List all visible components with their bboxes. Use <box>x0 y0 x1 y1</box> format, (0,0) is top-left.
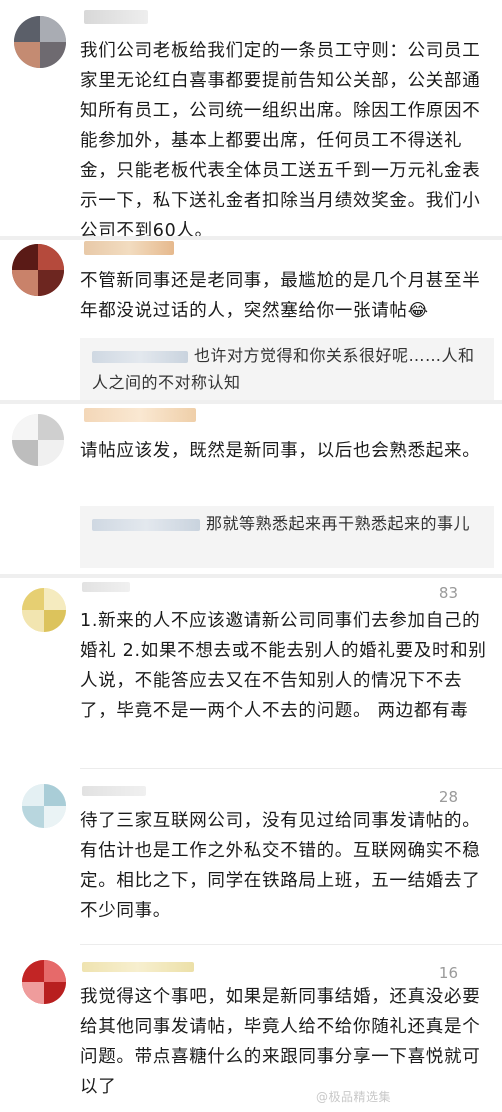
comment-divider <box>0 400 502 404</box>
comment-divider <box>80 944 502 945</box>
username-blurred[interactable] <box>84 241 174 255</box>
username-blurred[interactable] <box>82 786 146 796</box>
avatar[interactable] <box>12 414 64 466</box>
avatar[interactable] <box>14 16 66 68</box>
comment-text: 我觉得这个事吧，如果是新同事结婚，还真没必要给其他同事发请帖，毕竟人给不给你随礼… <box>80 987 481 1097</box>
like-count[interactable]: 83 <box>439 584 458 602</box>
avatar[interactable] <box>22 588 66 632</box>
username-blurred[interactable] <box>82 582 130 592</box>
reply-box[interactable]: 也许对方觉得和你关系很好呢……人和人之间的不对称认知 <box>80 338 494 400</box>
reply-box[interactable]: 那就等熟悉起来再干熟悉起来的事儿 <box>80 506 494 568</box>
username-blurred[interactable] <box>84 408 196 422</box>
reply-username-blurred[interactable] <box>92 350 188 363</box>
comment-divider <box>80 768 502 769</box>
comment-text: 不管新同事还是老同事，最尴尬的是几个月甚至半年都没说过话的人，突然塞给你一张请帖… <box>80 271 481 321</box>
comment-divider <box>0 574 502 578</box>
avatar[interactable] <box>22 784 66 828</box>
reply-text: 那就等熟悉起来再干熟悉起来的事儿 <box>206 514 471 533</box>
like-count[interactable]: 16 <box>439 964 458 982</box>
avatar[interactable] <box>22 960 66 1004</box>
avatar[interactable] <box>12 244 64 296</box>
comment-text: 1.新来的人不应该邀请新公司同事们去参加自己的婚礼 2.如果不想去或不能去别人的… <box>80 611 487 721</box>
username-blurred[interactable] <box>82 962 194 972</box>
reply-username-blurred[interactable] <box>92 518 200 531</box>
watermark: @极品精选集 <box>316 1090 392 1104</box>
comment-divider <box>0 236 502 240</box>
like-count[interactable]: 28 <box>439 788 458 806</box>
comment-text: 我们公司老板给我们定的一条员工守则：公司员工家里无论红白喜事都要提前告知公关部，… <box>80 41 481 241</box>
username-blurred[interactable] <box>84 10 148 24</box>
comment-text: 待了三家互联网公司，没有见过给同事发请帖的。有估计也是工作之外私交不错的。互联网… <box>80 811 481 921</box>
comment-text: 请帖应该发，既然是新同事，以后也会熟悉起来。 <box>80 441 481 461</box>
